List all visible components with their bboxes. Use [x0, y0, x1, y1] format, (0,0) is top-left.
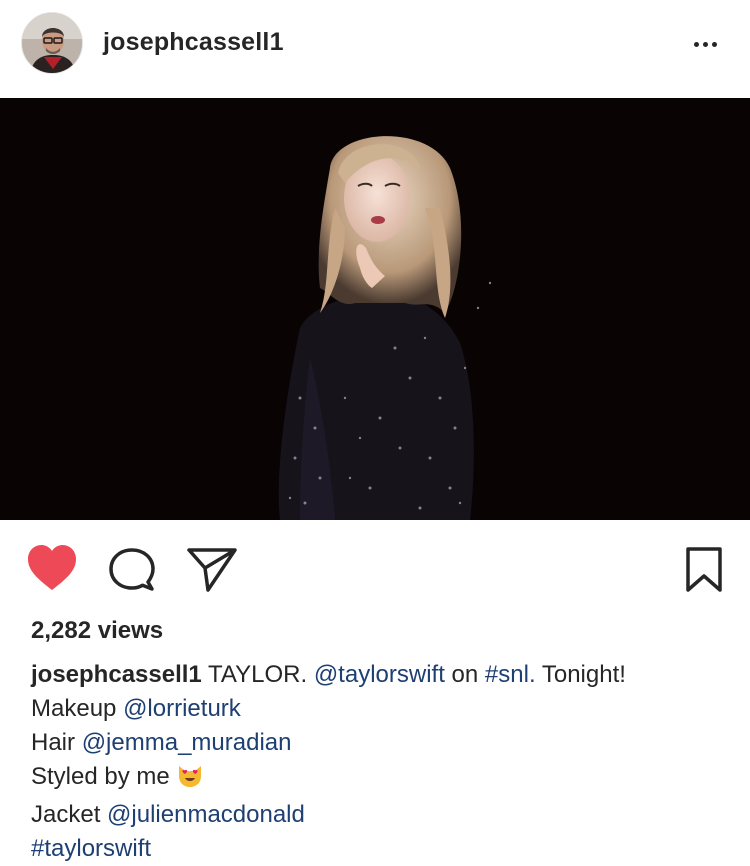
avatar[interactable] — [21, 12, 83, 74]
caption-line-jacket: Jacket @julienmacdonald — [31, 798, 731, 832]
hashtag-snl[interactable]: #snl. — [485, 661, 536, 688]
makeup-label: Makeup — [31, 695, 117, 722]
heart-eyes-cat-emoji — [176, 762, 204, 798]
mention-taylorswift[interactable]: @taylorswift — [314, 661, 445, 688]
caption-line-styled: Styled by me — [31, 760, 731, 798]
mention-lorrieturk[interactable]: @lorrieturk — [123, 695, 241, 722]
post-header: josephcassell1 — [0, 0, 750, 98]
post-caption: josephcassell1 TAYLOR. @taylorswift on #… — [31, 658, 731, 866]
hair-label: Hair — [31, 729, 76, 756]
jacket-label: Jacket — [31, 801, 101, 828]
caption-username[interactable]: josephcassell1 — [31, 661, 202, 688]
caption-line-1: josephcassell1 TAYLOR. @taylorswift on #… — [31, 658, 731, 692]
post-video[interactable] — [0, 98, 750, 520]
view-count[interactable]: 2,282 views — [31, 617, 163, 645]
caption-text: TAYLOR. — [208, 661, 308, 688]
caption-line-hair: Hair @jemma_muradian — [31, 726, 731, 760]
paper-plane-icon[interactable] — [186, 546, 238, 594]
post-username[interactable]: josephcassell1 — [103, 28, 284, 57]
caption-tonight: Tonight! — [541, 661, 626, 688]
comment-icon[interactable] — [108, 546, 156, 594]
mention-jemma-muradian[interactable]: @jemma_muradian — [82, 729, 292, 756]
more-options-icon[interactable] — [688, 30, 722, 58]
heart-icon[interactable] — [26, 544, 78, 592]
styled-label: Styled by me — [31, 763, 170, 790]
caption-line-hashtag: #taylorswift — [31, 832, 731, 866]
action-bar — [0, 540, 750, 600]
caption-on: on — [451, 661, 479, 688]
caption-line-makeup: Makeup @lorrieturk — [31, 692, 731, 726]
bookmark-icon[interactable] — [684, 546, 724, 594]
mention-julienmacdonald[interactable]: @julienmacdonald — [107, 801, 305, 828]
hashtag-taylorswift[interactable]: #taylorswift — [31, 835, 151, 862]
